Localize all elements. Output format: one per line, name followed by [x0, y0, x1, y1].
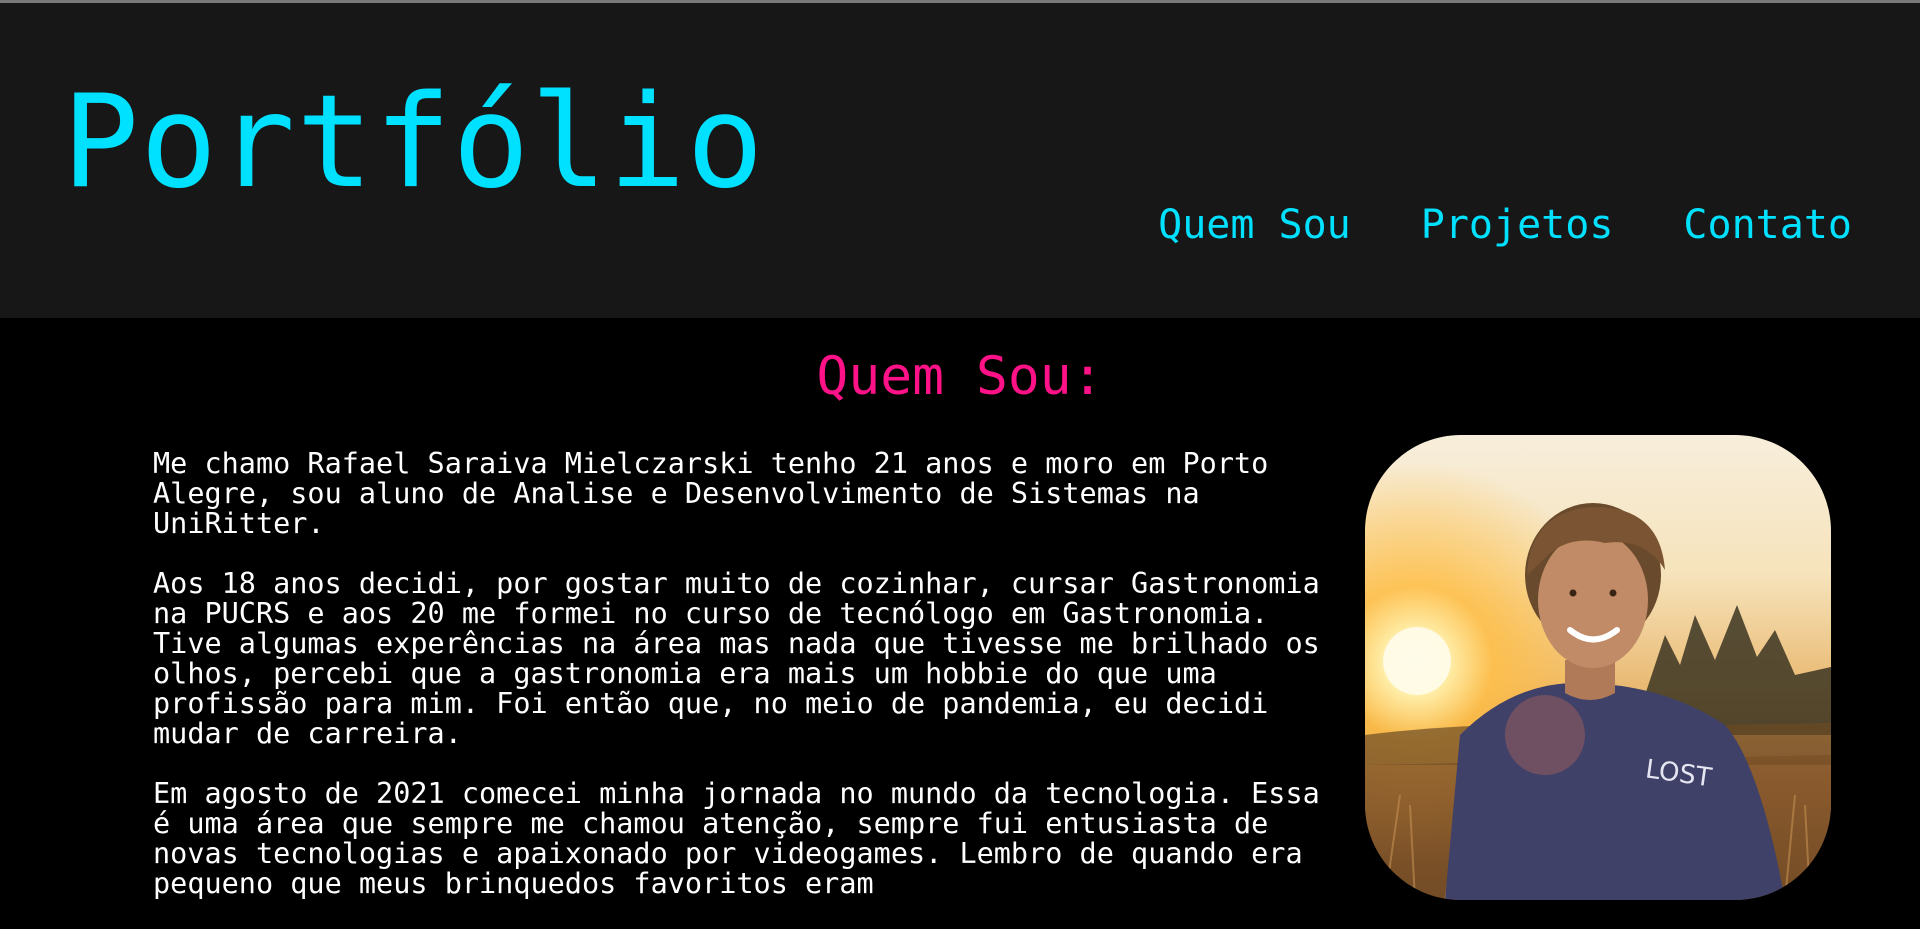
about-paragraph-1: Me chamo Rafael Saraiva Mielczarski tenh…	[153, 447, 1269, 540]
nav-link-contato[interactable]: Contato	[1683, 205, 1852, 245]
section-heading: Quem Sou:	[816, 346, 1104, 407]
site-header: Portfólio Quem Sou Projetos Contato	[0, 3, 1920, 318]
nav-link-quem-sou[interactable]: Quem Sou	[1158, 205, 1351, 245]
about-text: Me chamo Rafael Saraiva Mielczarski tenh…	[153, 449, 1328, 929]
profile-photo: LOST	[1365, 435, 1831, 900]
about-paragraph-3: Em agosto de 2021 comecei minha jornada …	[153, 777, 1320, 900]
nav-link-projetos[interactable]: Projetos	[1421, 205, 1614, 245]
main-nav: Quem Sou Projetos Contato	[1158, 205, 1852, 245]
profile-photo-illustration: LOST	[1365, 503, 1831, 900]
about-section: Quem Sou: Me chamo Rafael Saraiva Mielcz…	[0, 318, 1920, 904]
site-title: Portfólio	[62, 68, 765, 217]
about-paragraph-2: Aos 18 anos decidi, por gostar muito de …	[153, 567, 1320, 750]
